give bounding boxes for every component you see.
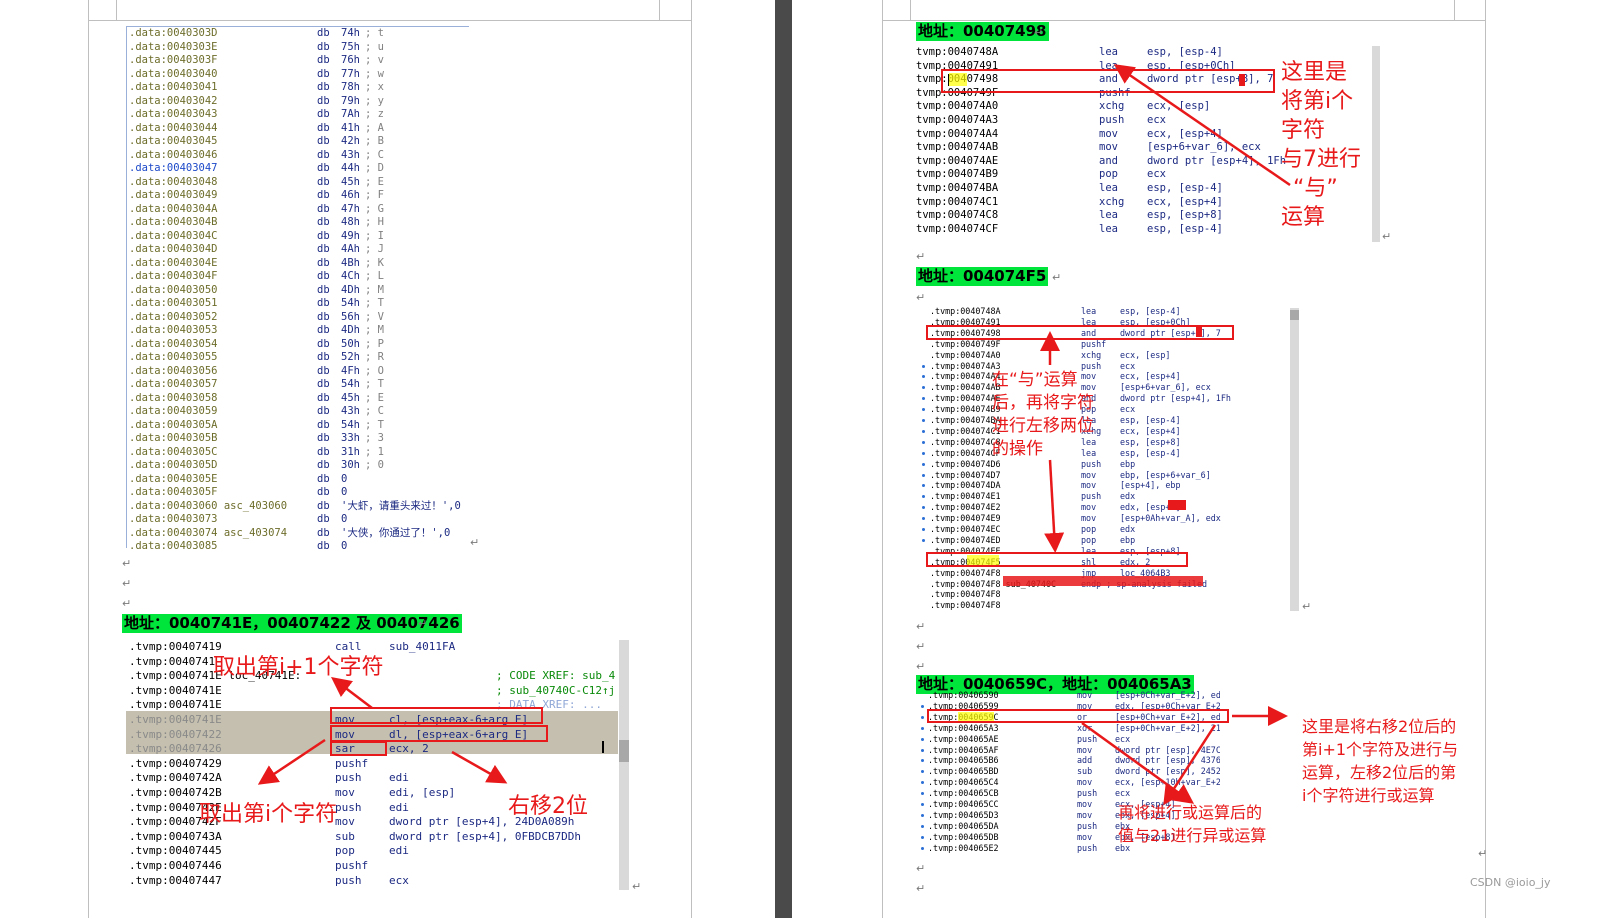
arrow-shift-right: [451, 750, 508, 784]
annotation-arrows: [257, 64, 1291, 806]
arrow-take-cur: [257, 738, 326, 785]
arrow-take-next: [331, 676, 373, 709]
arrow-group: [257, 64, 1291, 806]
arrow-and7: [1113, 64, 1291, 187]
arrow-xor-2: [1081, 721, 1195, 804]
arrow-shl: [1044, 459, 1065, 553]
